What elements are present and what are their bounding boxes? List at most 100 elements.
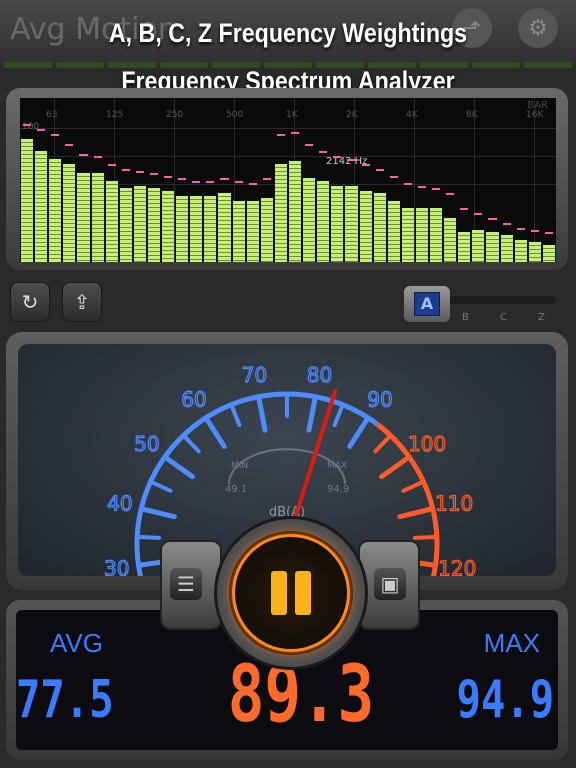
weighting-option-b[interactable]: B	[462, 312, 469, 323]
spectrum-peak-marker	[389, 175, 398, 178]
gauge-tick	[347, 415, 371, 449]
spectrum-bar	[21, 139, 34, 262]
log-icon: ☰	[177, 572, 195, 596]
spectrum-peak-marker	[65, 143, 74, 146]
spectrum-analyzer[interactable]: BAR 100 80 60 2142 Hz 631252505001K2K4K8…	[20, 98, 556, 262]
frequency-tick-label: 1K	[286, 110, 298, 120]
spectrum-peak-marker	[248, 183, 257, 186]
spectrum-peak-marker	[262, 178, 271, 181]
gauge-scale-label: 50	[134, 432, 159, 456]
avg-value: 77.5	[16, 670, 114, 730]
spectrum-bar	[542, 244, 555, 262]
spectrum-bar	[528, 242, 541, 262]
gauge-tick	[256, 394, 268, 433]
frequency-tick-label: 250	[166, 110, 184, 120]
frequency-tick-label: 63	[46, 110, 58, 120]
spectrum-bar	[204, 195, 217, 262]
spectrum-peak-marker	[37, 129, 46, 132]
spectrum-peak-marker	[488, 217, 497, 220]
spectrum-bar	[317, 180, 330, 262]
spectrum-peak-marker	[474, 212, 483, 215]
min-value: 49.1	[225, 484, 247, 495]
spectrum-peak-marker	[178, 178, 187, 181]
spectrum-peak-marker	[51, 134, 60, 137]
gauge-tick	[135, 534, 162, 540]
spectrum-peak-marker	[93, 156, 102, 159]
weighting-knob[interactable]: A	[404, 286, 450, 322]
spectrum-peak-marker	[107, 163, 116, 166]
spectrum-peak-marker	[361, 163, 370, 166]
spectrum-bar	[147, 188, 161, 262]
spectrum-bar	[373, 193, 386, 262]
reset-icon: ↻	[21, 290, 39, 314]
gauge-tick	[203, 415, 227, 449]
spectrum-bar	[387, 200, 400, 262]
gauge-tick	[162, 454, 196, 480]
gauge-tick	[378, 454, 412, 480]
reset-button[interactable]: ↻	[10, 282, 50, 322]
gauge-tick	[148, 479, 173, 493]
spectrum-peak-marker	[460, 207, 469, 210]
spectrum-peak-marker	[23, 124, 32, 127]
avg-label: AVG	[50, 628, 103, 658]
spectrum-bar	[514, 239, 527, 262]
spectrum-bar	[49, 158, 62, 262]
log-button[interactable]: ☰	[170, 568, 202, 600]
spectrum-peak-marker	[432, 188, 441, 191]
weighting-option-z[interactable]: Z	[538, 312, 545, 323]
spectrum-peak-marker	[417, 185, 427, 188]
gauge-scale-label: 60	[181, 387, 206, 411]
gauge-tick	[412, 534, 439, 540]
gauge-scale-label: 110	[435, 491, 473, 515]
spectrum-peak-marker	[516, 227, 525, 230]
spectrum-peak-marker	[206, 180, 215, 183]
gauge-tick	[332, 402, 345, 428]
spectrum-bar	[218, 193, 231, 262]
gauge-scale-label: 70	[242, 363, 267, 387]
gauge-tick	[229, 402, 242, 428]
spectrum-peak-marker	[319, 151, 328, 154]
gauge-scale-label: 30	[104, 556, 129, 576]
spectrum-bar	[91, 173, 104, 262]
export-button[interactable]: ⇪	[62, 282, 102, 322]
spectrum-bar	[289, 161, 302, 262]
spectrum-peak-marker	[234, 180, 243, 183]
spectrum-peak-marker	[276, 134, 285, 137]
spectrum-bar	[162, 190, 175, 262]
frequency-tick-label: 16K	[526, 110, 544, 120]
weighting-option-c[interactable]: C	[500, 312, 507, 323]
spectrum-bar	[331, 185, 344, 262]
max-value-inner: 94.9	[327, 484, 349, 495]
spectrum-peak-marker	[149, 173, 159, 176]
spectrum-bar	[77, 173, 90, 262]
pause-button[interactable]	[229, 531, 353, 655]
spectrum-bar	[415, 207, 429, 262]
spectrum-bar	[430, 207, 443, 262]
weighting-selector[interactable]: A B C Z	[404, 286, 556, 323]
spectrum-bar	[303, 178, 316, 262]
spectrum-peak-marker	[347, 158, 356, 161]
spectrum-peak-marker	[446, 193, 455, 196]
spectrum-peak-marker	[291, 131, 300, 134]
spectrum-peak-marker	[502, 222, 511, 225]
pause-icon	[232, 534, 350, 652]
spectrum-bar	[246, 200, 259, 262]
max-label: MAX	[483, 628, 540, 658]
camera-button[interactable]: ▣	[374, 568, 406, 600]
spectrum-bar	[105, 180, 118, 262]
spectrum-bar	[401, 207, 414, 262]
spectrum-peak-marker	[79, 153, 88, 156]
gauge-scale-label: 90	[367, 387, 392, 411]
spectrum-peak-marker	[544, 232, 553, 235]
gauge-tick	[138, 506, 177, 520]
spectrum-bar	[345, 185, 358, 262]
gauge-tick	[181, 433, 201, 454]
gauge-tick	[373, 433, 393, 454]
gauge-scale-label: 100	[408, 432, 446, 456]
spectrum-bar	[260, 198, 273, 262]
camera-icon: ▣	[380, 572, 400, 596]
frequency-tick-label: 8K	[466, 110, 478, 120]
spectrum-bar	[176, 195, 189, 262]
spectrum-peak-marker	[333, 156, 342, 159]
spectrum-peak-marker	[192, 180, 201, 183]
